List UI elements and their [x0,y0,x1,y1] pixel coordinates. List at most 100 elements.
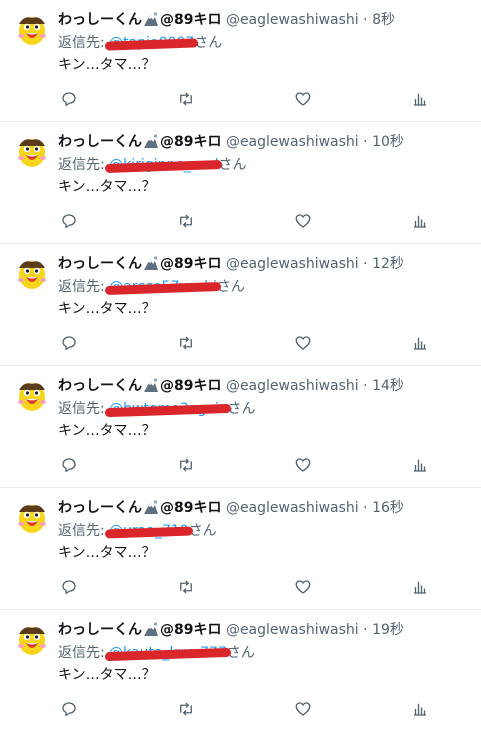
like-button[interactable] [292,88,314,110]
tweet-text: キン…タマ…？ [58,301,156,317]
handle[interactable]: @eaglewashiwashi [226,622,359,638]
display-name[interactable]: わっしーくん [58,12,142,28]
display-name[interactable]: わっしーくん [58,378,142,394]
like-icon [295,458,311,472]
eagle-mascot-icon [18,261,46,289]
reply-to: 返信先: @bwtomo3againさん [58,399,255,419]
tweet[interactable]: わっしーくん @89キロ @eaglewashiwashi · 12秒 返信先: … [0,244,481,366]
like-button[interactable] [292,454,314,476]
retweet-button[interactable] [175,698,197,720]
tweet-actions [58,698,441,720]
eagle-mascot-icon [18,627,46,655]
tweet[interactable]: わっしーくん @89キロ @eaglewashiwashi · 10秒 返信先: … [0,122,481,244]
analytics-button[interactable] [409,576,431,598]
reply-mention[interactable]: @bwtomo3again [105,401,232,418]
tweet-text: キン…タマ…？ [58,179,156,195]
reply-to: 返信先: @areso57vechiさん [58,277,245,297]
like-icon [295,336,311,350]
mountain-emoji-icon [143,11,159,33]
retweet-button[interactable] [175,576,197,598]
display-name[interactable]: わっしーくん [58,622,142,638]
analytics-icon [414,93,426,106]
tweet[interactable]: わっしーくん @89キロ @eaglewashiwashi · 19秒 返信先: … [0,610,481,736]
like-button[interactable] [292,332,314,354]
display-name-suffix[interactable]: @89キロ [160,622,221,638]
retweet-button[interactable] [175,454,197,476]
reply-mention[interactable]: @kauta_kuro777 [105,645,231,662]
reply-mention[interactable]: @kiriginno_swd [105,157,223,174]
retweet-icon [180,214,192,228]
avatar[interactable] [14,134,50,170]
reply-mention-suffix: さん [188,523,217,539]
analytics-button[interactable] [409,454,431,476]
display-name-suffix[interactable]: @89キロ [160,500,221,516]
timestamp[interactable]: 14秒 [372,378,404,394]
handle[interactable]: @eaglewashiwashi [226,256,359,272]
handle[interactable]: @eaglewashiwashi [226,378,359,394]
display-name-suffix[interactable]: @89キロ [160,378,221,394]
reply-mention-suffix: さん [216,279,245,295]
display-name[interactable]: わっしーくん [58,134,142,150]
reply-icon [62,336,76,351]
like-button[interactable] [292,210,314,232]
tweet[interactable]: わっしーくん @89キロ @eaglewashiwashi · 16秒 返信先: … [0,488,481,610]
tweet-actions [58,88,441,110]
reply-mention[interactable]: @uraa_710 [105,523,193,539]
like-button[interactable] [292,576,314,598]
avatar[interactable] [14,378,50,414]
retweet-icon [180,92,192,106]
reply-button[interactable] [58,332,80,354]
analytics-button[interactable] [409,88,431,110]
separator-dot: · [363,500,368,516]
display-name[interactable]: わっしーくん [58,256,142,272]
reply-mention-suffix: さん [218,157,247,173]
separator-dot: · [363,256,368,272]
like-button[interactable] [292,698,314,720]
reply-prefix: 返信先: [58,279,105,295]
display-name-suffix[interactable]: @89キロ [160,256,221,272]
tweet[interactable]: わっしーくん @89キロ @eaglewashiwashi · 14秒 返信先: … [0,366,481,488]
reply-to: 返信先: @uraa_710さん [58,521,217,541]
display-name-suffix[interactable]: @89キロ [160,134,221,150]
reply-mention-suffix: さん [194,35,223,51]
handle[interactable]: @eaglewashiwashi [226,134,359,150]
avatar[interactable] [14,12,50,48]
retweet-icon [180,580,192,594]
tweet-header: わっしーくん @89キロ @eaglewashiwashi · 19秒 [58,620,473,640]
display-name-suffix[interactable]: @89キロ [160,12,221,28]
timestamp[interactable]: 19秒 [372,622,404,638]
timestamp[interactable]: 8秒 [372,12,395,28]
analytics-button[interactable] [409,698,431,720]
like-icon [295,702,311,716]
timestamp[interactable]: 16秒 [372,500,404,516]
analytics-button[interactable] [409,332,431,354]
timestamp[interactable]: 10秒 [372,134,404,150]
reply-icon [62,92,76,107]
timestamp[interactable]: 12秒 [372,256,404,272]
separator-dot: · [363,134,368,150]
retweet-button[interactable] [175,210,197,232]
separator-dot: · [363,622,368,638]
reply-to: 返信先: @tapio0007さん [58,33,222,53]
reply-button[interactable] [58,576,80,598]
reply-mention[interactable]: @areso57vechi [105,279,221,296]
reply-prefix: 返信先: [58,401,105,417]
retweet-button[interactable] [175,88,197,110]
reply-button[interactable] [58,454,80,476]
avatar[interactable] [14,622,50,658]
tweet-actions [58,576,441,598]
reply-button[interactable] [58,698,80,720]
reply-button[interactable] [58,210,80,232]
retweet-button[interactable] [175,332,197,354]
reply-mention[interactable]: @tapio0007 [105,35,199,51]
reply-to: 返信先: @kiriginno_swdさん [58,155,247,175]
handle[interactable]: @eaglewashiwashi [226,12,359,28]
display-name[interactable]: わっしーくん [58,500,142,516]
avatar[interactable] [14,500,50,536]
tweet[interactable]: わっしーくん @89キロ @eaglewashiwashi · 8秒 返信先: @… [0,0,481,122]
handle[interactable]: @eaglewashiwashi [226,500,359,516]
reply-prefix: 返信先: [58,645,105,661]
reply-button[interactable] [58,88,80,110]
analytics-button[interactable] [409,210,431,232]
avatar[interactable] [14,256,50,292]
